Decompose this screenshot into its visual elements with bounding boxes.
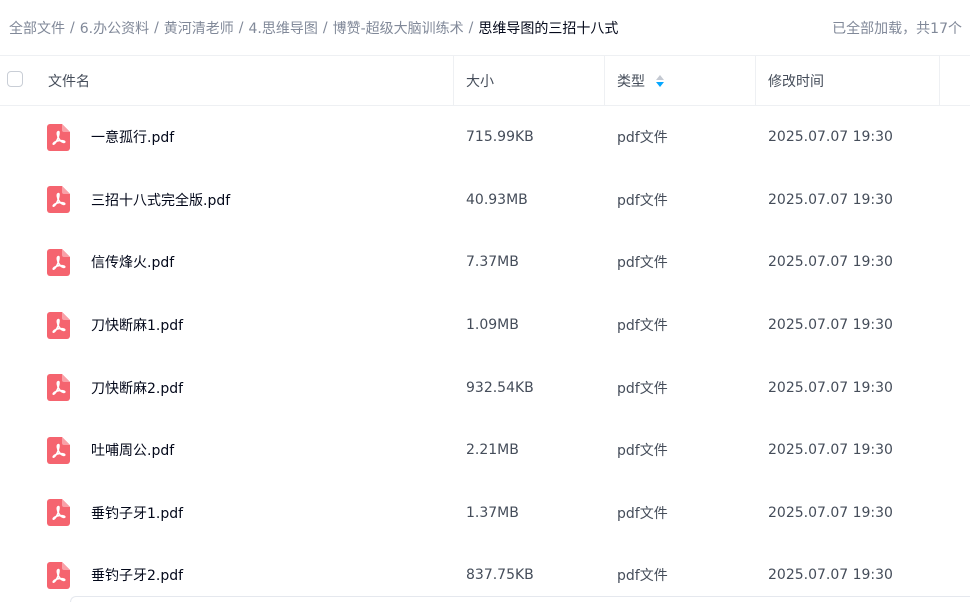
pdf-file-icon [47,499,70,527]
breadcrumb-item-teacher[interactable]: 黄河清老师 [164,18,234,38]
pdf-file-icon [47,248,70,276]
select-all-checkbox[interactable] [7,71,23,87]
file-name[interactable]: 三招十八式完全版.pdf [91,190,230,210]
file-row[interactable]: 三招十八式完全版.pdf 40.93MB pdf文件 2025.07.07 19… [0,169,970,232]
floating-panel-edge [70,596,970,602]
pdf-file-icon [47,561,70,589]
file-name[interactable]: 刀快断麻1.pdf [91,315,183,335]
file-size: 715.99KB [466,129,534,146]
file-row[interactable]: 一意孤行.pdf 715.99KB pdf文件 2025.07.07 19:30 [0,106,970,169]
file-size: 2.21MB [466,442,519,459]
file-row[interactable]: 刀快断麻2.pdf 932.54KB pdf文件 2025.07.07 19:3… [0,356,970,419]
breadcrumb-item-brain-training[interactable]: 博赞-超级大脑训练术 [333,18,464,38]
file-type: pdf文件 [617,318,668,335]
file-type: pdf文件 [617,380,668,397]
column-header-modified-label: 修改时间 [768,73,824,90]
file-name[interactable]: 刀快断麻2.pdf [91,378,183,398]
column-header-size[interactable]: 大小 [454,56,605,105]
pdf-file-icon [47,374,70,402]
pdf-file-icon [47,311,70,339]
breadcrumb-separator: / [468,20,474,36]
file-type: pdf文件 [617,443,668,460]
file-row[interactable]: 垂钓子牙1.pdf 1.37MB pdf文件 2025.07.07 19:30 [0,482,970,545]
breadcrumb-item-all-files[interactable]: 全部文件 [9,18,65,38]
file-name[interactable]: 垂钓子牙1.pdf [91,503,183,523]
file-type: pdf文件 [617,255,668,272]
breadcrumb-separator: / [70,20,75,36]
breadcrumb-item-mind-map[interactable]: 4.思维导图 [249,18,318,38]
file-table-header: 文件名 大小 类型 修改时间 [0,55,970,106]
file-modified-time: 2025.07.07 19:30 [768,191,893,208]
file-modified-time: 2025.07.07 19:30 [768,129,893,146]
column-header-type[interactable]: 类型 [605,56,756,105]
file-row[interactable]: 刀快断麻1.pdf 1.09MB pdf文件 2025.07.07 19:30 [0,294,970,357]
file-row[interactable]: 吐哺周公.pdf 2.21MB pdf文件 2025.07.07 19:30 [0,419,970,482]
breadcrumb-separator: / [322,20,328,36]
pdf-file-icon [47,123,70,151]
file-name[interactable]: 一意孤行.pdf [91,127,174,147]
file-modified-time: 2025.07.07 19:30 [768,254,893,271]
file-size: 1.37MB [466,504,519,521]
file-name[interactable]: 信传烽火.pdf [91,252,174,272]
breadcrumb-item-current-folder: 思维导图的三招十八式 [478,21,619,37]
column-header-modified[interactable]: 修改时间 [756,56,940,105]
loaded-count-status: 已全部加载，共17个 [832,21,962,37]
file-list: 一意孤行.pdf 715.99KB pdf文件 2025.07.07 19:30… [0,106,970,607]
file-size: 7.37MB [466,254,519,271]
column-header-name[interactable]: 文件名 [48,56,454,105]
pdf-file-icon [47,186,70,214]
file-name[interactable]: 垂钓子牙2.pdf [91,565,183,585]
file-modified-time: 2025.07.07 19:30 [768,504,893,521]
file-name[interactable]: 吐哺周公.pdf [91,440,174,460]
file-modified-time: 2025.07.07 19:30 [768,317,893,334]
sort-arrows-icon[interactable] [655,74,665,88]
breadcrumb-separator: / [154,20,159,36]
file-size: 932.54KB [466,379,534,396]
breadcrumb-bar: 全部文件 / 6.办公资料 / 黄河清老师 / 4.思维导图 / 博赞-超级大脑… [0,0,970,56]
breadcrumb: 全部文件 / 6.办公资料 / 黄河清老师 / 4.思维导图 / 博赞-超级大脑… [9,18,618,38]
column-header-size-label: 大小 [466,73,494,90]
file-type: pdf文件 [617,130,668,147]
file-modified-time: 2025.07.07 19:30 [768,442,893,459]
file-type: pdf文件 [617,505,668,522]
file-type: pdf文件 [617,192,668,209]
file-modified-time: 2025.07.07 19:30 [768,379,893,396]
column-header-type-label: 类型 [617,73,645,90]
file-size: 1.09MB [466,317,519,334]
column-header-name-label: 文件名 [48,73,90,90]
file-size: 40.93MB [466,191,528,208]
pdf-file-icon [47,436,70,464]
breadcrumb-separator: / [238,20,244,36]
breadcrumb-item-office-materials[interactable]: 6.办公资料 [80,18,149,38]
file-row[interactable]: 信传烽火.pdf 7.37MB pdf文件 2025.07.07 19:30 [0,231,970,294]
